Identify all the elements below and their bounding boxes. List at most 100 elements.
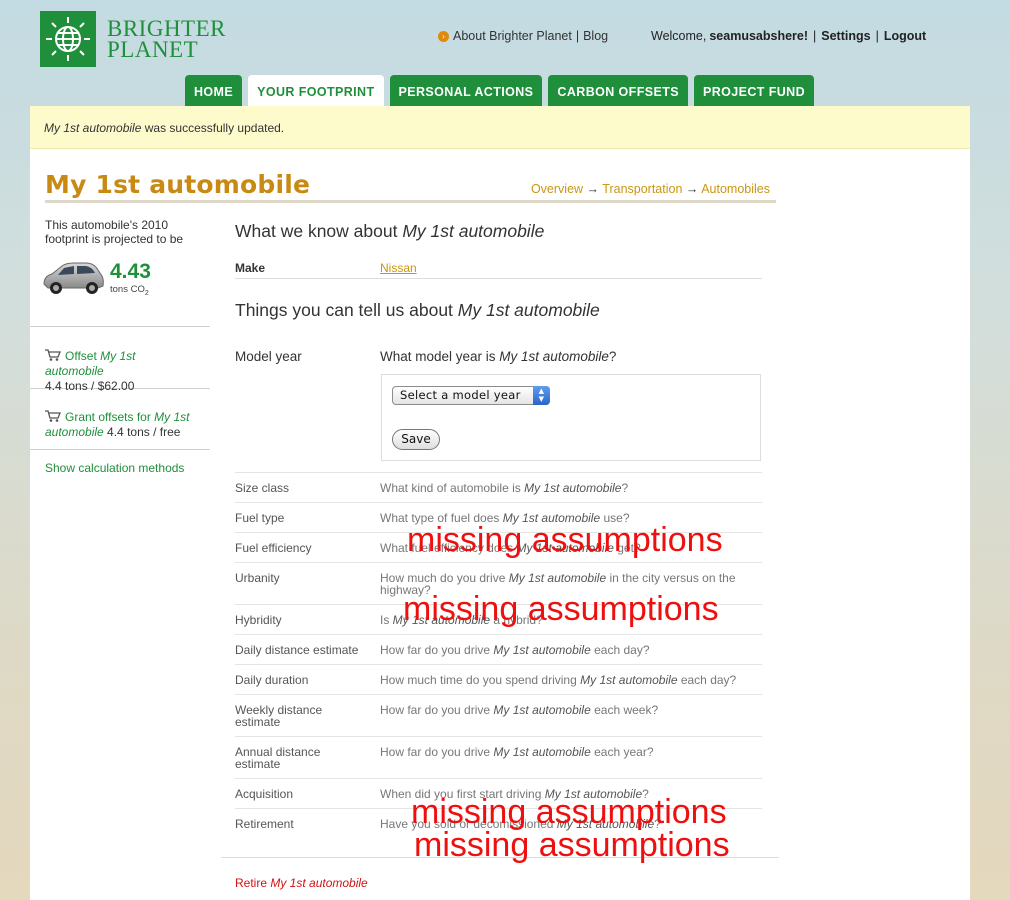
question-label: Fuel type <box>235 511 285 525</box>
main-tabs: HOME YOUR FOOTPRINT PERSONAL ACTIONS CAR… <box>185 75 820 106</box>
welcome-text: Welcome, <box>651 29 707 43</box>
question-row[interactable]: Size class What kind of automobile is My … <box>235 472 762 502</box>
footprint-projection: This automobile's 2010 footprint is proj… <box>30 206 210 327</box>
question-name: My 1st automobile <box>499 349 609 364</box>
heading-name: My 1st automobile <box>402 221 545 241</box>
retire-link[interactable]: Retire My 1st automobile <box>235 876 368 890</box>
car-icon <box>40 260 104 294</box>
logo-line-1: BRIGHTER <box>107 16 226 41</box>
model-year-form: Select a model year ▲ ▼ Save <box>381 374 761 461</box>
logout-link[interactable]: Logout <box>884 29 926 43</box>
known-heading: What we know about My 1st automobile <box>235 221 544 242</box>
question-prefix: What model year is <box>380 349 500 364</box>
question-row[interactable]: Annual distance estimate How far do you d… <box>235 736 762 778</box>
question-suffix: ? <box>608 349 617 364</box>
username: seamusabshere! <box>709 29 809 43</box>
separator: | <box>875 29 879 43</box>
settings-link[interactable]: Settings <box>821 29 870 43</box>
heading-text: What we know about <box>235 221 403 241</box>
tab-carbon-offsets[interactable]: CARBON OFFSETS <box>548 75 688 106</box>
question-name: My 1st automobile <box>524 481 622 495</box>
breadcrumb-automobiles[interactable]: Automobiles <box>701 182 770 196</box>
question-text: How far do you drive My 1st automobile e… <box>380 704 755 716</box>
unit-text: tons CO <box>110 284 145 295</box>
question-row[interactable]: Daily distance estimate How far do you dr… <box>235 634 762 664</box>
annotation-missing-assumptions: missing assumptions <box>411 793 727 831</box>
make-value-link[interactable]: Nissan <box>380 261 417 275</box>
question-post: each day? <box>677 673 737 687</box>
question-row[interactable]: Weekly distance estimate How far do you d… <box>235 694 762 736</box>
flash-message: My 1st automobile was successfully updat… <box>30 106 970 149</box>
globe-icon <box>40 11 96 67</box>
breadcrumb-transportation[interactable]: Transportation <box>602 182 682 196</box>
question-post: each week? <box>590 703 659 717</box>
heading-text: Things you can tell us about <box>235 300 458 320</box>
question-name: My 1st automobile <box>493 703 591 717</box>
question-name: My 1st automobile <box>508 571 607 585</box>
question-pre: Is <box>380 613 393 627</box>
make-label: Make <box>235 261 266 275</box>
breadcrumb-arrow: → <box>586 182 600 196</box>
question-post: each day? <box>590 643 650 657</box>
blog-link[interactable]: Blog <box>583 29 608 43</box>
select-arrows-icon: ▲ ▼ <box>533 386 550 405</box>
question-label: Daily distance estimate <box>235 643 359 657</box>
question-label: Size class <box>235 481 290 495</box>
annotation-missing-assumptions: missing assumptions <box>414 826 730 864</box>
make-row: Make Nissan <box>235 261 762 279</box>
offset-prefix: Offset <box>65 349 101 363</box>
offset-box: Offset My 1st automobile 4.4 tons / $62.… <box>30 327 210 393</box>
model-year-select[interactable]: Select a model year ▲ ▼ <box>392 386 550 405</box>
footprint-number: 4.43 tons CO2 <box>110 260 151 297</box>
logo-wordmark: BRIGHTER PLANET <box>107 16 226 62</box>
question-text: How much time do you spend driving My 1s… <box>380 674 755 686</box>
model-year-label: Model year <box>235 349 302 364</box>
annotation-missing-assumptions: missing assumptions <box>403 590 719 628</box>
breadcrumb: Overview → Transportation → Automobiles <box>531 182 770 196</box>
chevron-right-icon: › <box>438 30 449 42</box>
question-pre: How much time do you spend driving <box>380 673 581 687</box>
save-button[interactable]: Save <box>392 429 440 450</box>
calc-methods: Show calculation methods <box>30 450 210 486</box>
projection-value: 4.43 tons CO2 <box>43 260 195 297</box>
about-link[interactable]: About Brighter Planet <box>453 29 572 43</box>
question-label: Acquisition <box>235 787 294 801</box>
breadcrumb-overview[interactable]: Overview <box>531 182 583 196</box>
footprint-value: 4.43 <box>110 260 151 283</box>
question-label: Daily duration <box>235 673 309 687</box>
question-text: How far do you drive My 1st automobile e… <box>380 746 755 758</box>
logo-line-2: PLANET <box>107 37 199 62</box>
page-title: My 1st automobile <box>45 170 311 199</box>
model-year-question: What model year is My 1st automobile? <box>380 349 616 364</box>
offset-link[interactable]: Offset My 1st automobile <box>45 349 135 378</box>
breadcrumb-arrow: → <box>685 182 699 196</box>
brighter-planet-logo[interactable]: BRIGHTER PLANET <box>40 11 226 67</box>
shopping-cart-icon <box>45 410 61 422</box>
tell-heading: Things you can tell us about My 1st auto… <box>235 300 600 321</box>
question-pre: How far do you drive <box>380 703 494 717</box>
show-calculation-methods-link[interactable]: Show calculation methods <box>45 461 184 475</box>
question-pre: How far do you drive <box>380 745 494 759</box>
shopping-cart-icon <box>45 349 61 361</box>
main-panel: My 1st automobile was successfully updat… <box>30 106 970 900</box>
separator: | <box>813 29 817 43</box>
top-nav: › About Brighter Planet | Blog <box>438 29 608 43</box>
question-text: What kind of automobile is My 1st automo… <box>380 482 755 494</box>
grant-box: Grant offsets for My 1st automobile 4.4 … <box>30 389 210 450</box>
tab-project-fund[interactable]: PROJECT FUND <box>693 75 815 106</box>
question-label: Fuel efficiency <box>235 541 312 555</box>
select-value: Select a model year <box>400 388 521 402</box>
tab-home[interactable]: HOME <box>185 75 243 106</box>
retire-name: My 1st automobile <box>270 876 368 890</box>
tab-personal-actions[interactable]: PERSONAL ACTIONS <box>389 75 543 106</box>
flash-item-name: My 1st automobile <box>44 121 142 135</box>
tab-your-footprint[interactable]: YOUR FOOTPRINT <box>248 75 384 106</box>
question-name: My 1st automobile <box>580 673 678 687</box>
unit-subscript: 2 <box>144 289 149 297</box>
question-row[interactable]: Daily duration How much time do you spend… <box>235 664 762 694</box>
heading-name: My 1st automobile <box>457 300 600 320</box>
user-bar: Welcome, seamusabshere! | Settings | Log… <box>651 29 926 43</box>
annotation-missing-assumptions: missing assumptions <box>407 521 723 559</box>
question-label: Retirement <box>235 817 294 831</box>
question-pre: What kind of automobile is <box>380 481 525 495</box>
